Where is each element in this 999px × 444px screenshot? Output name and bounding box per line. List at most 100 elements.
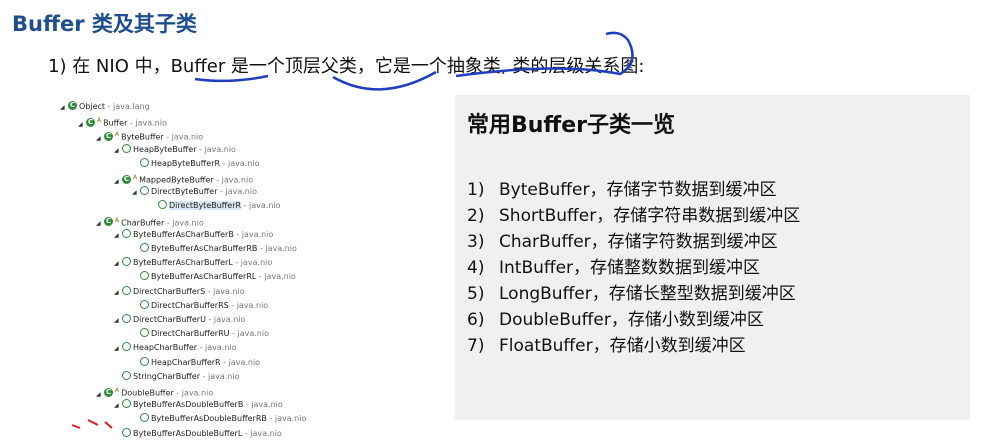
item-number: 4) [467, 258, 485, 278]
abstract-marker-icon: A [115, 387, 120, 394]
tree-node[interactable]: DirectCharBufferRU - java.nio [132, 327, 269, 340]
package-name: - java.nio [241, 201, 281, 211]
tree-node[interactable]: ◢ Object - java.lang [60, 100, 150, 113]
tree-node[interactable]: ◢ ADoubleBuffer - java.nio [96, 384, 213, 399]
package-name: - java.nio [220, 158, 260, 168]
tree-node[interactable]: ◢ ABuffer - java.nio [78, 114, 167, 129]
tree-node[interactable]: ◢ HeapCharBuffer - java.nio [114, 341, 237, 354]
tree-node[interactable]: ◢ ByteBufferAsDoubleBufferB - java.nio [114, 398, 283, 411]
list-item: 5) LongBuffer，存储长整型数据到缓冲区 [467, 281, 800, 307]
tree-node[interactable]: ◢ AByteBuffer - java.nio [96, 128, 204, 143]
class-name: HeapByteBuffer [133, 144, 197, 154]
package-name: - java.nio [256, 272, 296, 282]
package-name: - java.nio [217, 187, 257, 197]
class-name: StringCharBuffer [133, 371, 201, 381]
package-name: - java.nio [229, 329, 269, 339]
tree-node[interactable]: ◢ ByteBufferAsCharBufferB - java.nio [114, 228, 273, 241]
tree-node[interactable]: ◢ HeapByteBuffer - java.nio [114, 143, 236, 156]
list-item: 4) IntBuffer，存储整数数据到缓冲区 [467, 255, 800, 281]
class-name: DirectCharBufferS [133, 286, 206, 296]
package-name: - java.nio [266, 414, 307, 424]
list-item: 3) CharBuffer，存储字符数据到缓冲区 [467, 229, 800, 255]
class-icon [122, 399, 131, 409]
class-icon [140, 413, 149, 423]
class-name: ByteBufferAsCharBufferB [133, 229, 234, 239]
item-text: CharBuffer，存储字符数据到缓冲区 [499, 232, 778, 252]
abstract-marker-icon: A [115, 131, 120, 139]
item-number: 2) [467, 206, 485, 226]
tree-node[interactable]: ◢ ACharBuffer - java.nio [96, 214, 204, 230]
expand-arrow-icon[interactable]: ◢ [96, 388, 104, 401]
tree-node[interactable]: ◢ DirectCharBufferS - java.nio [114, 285, 245, 298]
package-name: - java.nio [163, 133, 204, 143]
class-name: Buffer [103, 118, 128, 128]
item-text: DoubleBuffer，存储小数到缓冲区 [499, 310, 764, 330]
expand-arrow-icon[interactable]: ◢ [114, 257, 122, 270]
class-name: DirectByteBuffer [151, 187, 218, 197]
class-icon [104, 386, 113, 399]
item-number: 5) [467, 284, 485, 304]
subclass-list: 1) ByteBuffer，存储字节数据到缓冲区 2) ShortBuffer，存储… [467, 177, 800, 359]
class-icon [122, 342, 131, 352]
expand-arrow-icon[interactable]: ◢ [78, 118, 86, 131]
expand-arrow-icon[interactable]: ◢ [114, 175, 122, 188]
package-name: - java.nio [232, 258, 273, 268]
tree-node[interactable]: ◢ ByteBufferAsCharBufferL - java.nio [114, 256, 272, 269]
tree-node[interactable]: ◢ DirectCharBufferU - java.nio [114, 313, 245, 326]
tree-node[interactable]: HeapByteBufferR - java.nio [132, 157, 260, 170]
item-number: 1) [467, 180, 485, 200]
tree-node[interactable]: StringCharBuffer - java.nio [114, 370, 239, 383]
expand-arrow-icon[interactable]: ◢ [114, 286, 122, 299]
package-name: - java.nio [228, 300, 269, 310]
tree-node[interactable]: ◢ DirectByteBuffer - java.nio [132, 185, 257, 198]
tree-node[interactable]: DirectCharBufferRS - java.nio [132, 299, 268, 312]
package-name: - java.lang [105, 102, 150, 111]
buffer-subclass-panel: 常用Buffer子类一览 1) ByteBuffer，存储字节数据到缓冲区 2) S… [455, 95, 970, 420]
tree-node[interactable]: ByteBufferAsCharBufferRL - java.nio [132, 270, 296, 283]
expand-arrow-icon[interactable]: ◢ [114, 342, 122, 355]
class-icon [104, 215, 113, 228]
class-name: HeapByteBufferR [151, 158, 221, 168]
class-icon [122, 427, 131, 437]
package-name: - java.nio [205, 286, 245, 296]
package-name: - java.nio [200, 371, 240, 381]
item-number: 7) [467, 336, 485, 356]
class-name: DirectByteBufferR [169, 201, 242, 211]
package-name: - java.nio [243, 400, 283, 410]
class-name: DirectCharBufferRU [151, 329, 230, 339]
expand-arrow-icon[interactable]: ◢ [96, 217, 104, 230]
class-icon [122, 370, 131, 380]
list-item: 2) ShortBuffer，存储字符串数据到缓冲区 [467, 203, 800, 229]
tree-node[interactable]: ByteBufferAsDoubleBufferL - java.nio [114, 427, 282, 440]
class-icon [86, 116, 95, 129]
class-name: DoubleBuffer [121, 388, 174, 398]
expand-arrow-icon[interactable]: ◢ [114, 399, 122, 412]
class-icon [140, 328, 149, 338]
panel-title: 常用Buffer子类一览 [467, 113, 676, 138]
class-name: ByteBuffer [121, 133, 164, 143]
expand-arrow-icon[interactable]: ◢ [60, 101, 68, 114]
class-name: ByteBufferAsCharBufferRL [151, 272, 257, 282]
abstract-marker-icon: A [115, 216, 120, 224]
class-icon [122, 143, 131, 153]
tree-node[interactable]: DirectByteBufferR - java.nio [150, 199, 281, 212]
tree-node[interactable]: HeapCharBufferR - java.nio [132, 356, 260, 369]
expand-arrow-icon[interactable]: ◢ [114, 229, 122, 242]
item-text: IntBuffer，存储整数数据到缓冲区 [499, 258, 761, 278]
class-icon [140, 243, 149, 252]
expand-arrow-icon[interactable]: ◢ [96, 132, 104, 145]
tree-node[interactable]: ◢ AMappedByteBuffer - java.nio [114, 171, 253, 186]
tree-node[interactable]: ByteBufferAsDoubleBufferRB - java.nio [132, 412, 306, 425]
expand-arrow-icon[interactable]: ◢ [132, 186, 140, 199]
class-hierarchy-tree: ◢Object - java.lang◢ABuffer - java.nio◢A… [60, 100, 440, 444]
class-name: ByteBufferAsCharBufferRB [151, 244, 258, 253]
class-icon [122, 228, 131, 238]
page-title: Buffer 类及其子类 [12, 12, 197, 36]
tree-node[interactable]: ByteBufferAsCharBufferRB - java.nio [132, 242, 297, 255]
package-name: - java.nio [233, 229, 274, 239]
item-number: 6) [467, 310, 485, 330]
class-icon [68, 100, 77, 112]
expand-arrow-icon[interactable]: ◢ [114, 314, 122, 327]
item-text: FloatBuffer，存储小数到缓冲区 [499, 336, 746, 356]
expand-arrow-icon[interactable]: ◢ [114, 144, 122, 157]
